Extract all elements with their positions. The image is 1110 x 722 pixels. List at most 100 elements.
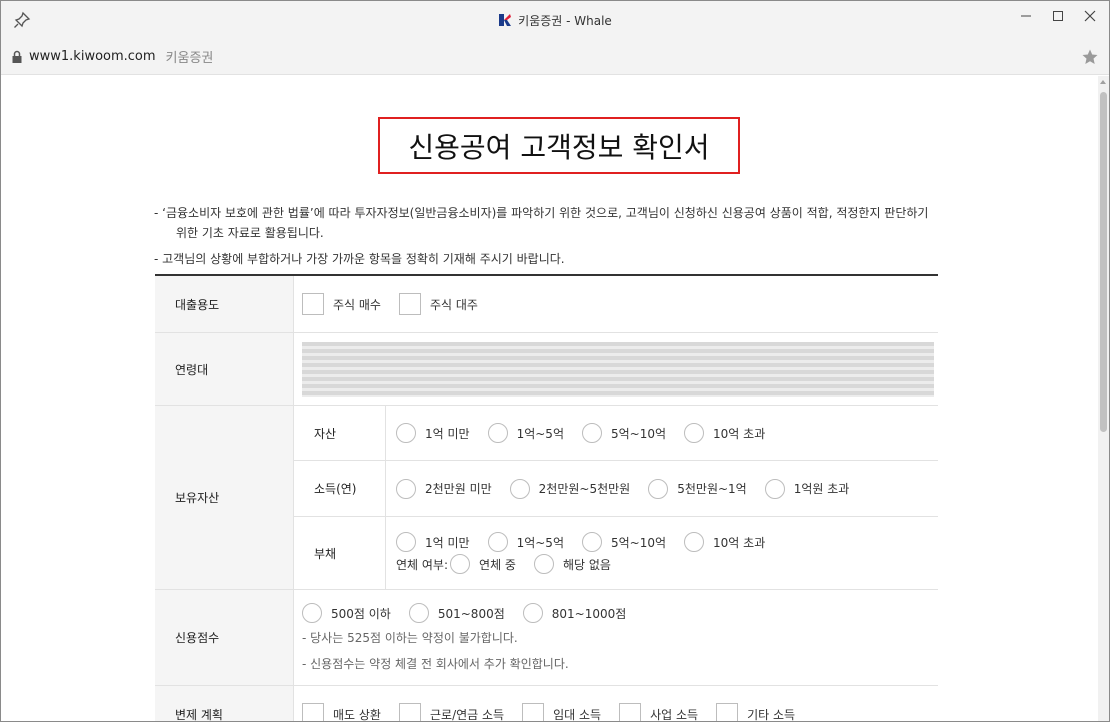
loan-purpose-row: 대출용도 주식 매수 주식 대주	[155, 276, 938, 333]
radio-income-3[interactable]: 5천만원~1억	[648, 478, 747, 499]
radio-circle[interactable]	[684, 423, 705, 443]
radio-circle[interactable]	[396, 423, 416, 443]
lock-icon	[12, 50, 22, 63]
note-line: - 고객님의 상황에 부합하거나 가장 가까운 항목을 정확히 기재해 주시기 …	[154, 252, 565, 266]
income-subrow: 소득(연) 2천만원 미만 2천만원~5천만원 5천만원~1억 1억원 초과	[294, 461, 938, 517]
option-label: 801~1000점	[551, 606, 627, 621]
close-button[interactable]	[1073, 1, 1107, 31]
radio-circle[interactable]	[396, 478, 416, 499]
radio-income-1[interactable]: 2천만원 미만	[396, 478, 492, 499]
checkbox-repay-business[interactable]: 사업 소득	[619, 703, 699, 722]
radio-circle[interactable]	[509, 478, 530, 499]
maximize-button[interactable]	[1041, 1, 1075, 31]
checkbox-box[interactable]	[716, 703, 739, 721]
radio-income-4[interactable]: 1억원 초과	[764, 478, 850, 499]
checkbox-box[interactable]	[302, 293, 324, 315]
page-content: 신용공여 고객정보 확인서 - ‘금융소비자 보호에 관한 법률’에 따라 투자…	[1, 76, 1099, 722]
intro-notes: - ‘금융소비자 보호에 관한 법률’에 따라 투자자정보(일반금융소비자)를 …	[154, 203, 954, 269]
maximize-icon	[1053, 11, 1063, 21]
checkbox-repay-sale[interactable]: 매도 상환	[302, 703, 381, 722]
scrollbar-thumb[interactable]	[1100, 92, 1107, 432]
radio-asset-1[interactable]: 1억 미만	[396, 423, 470, 443]
debt-options: 1억 미만 1억~5억 5억~10억 10억 초과 연체 여부: 연체 중 해당…	[386, 517, 938, 589]
checkbox-box[interactable]	[398, 703, 421, 721]
radio-circle[interactable]	[450, 554, 471, 574]
redacted-region	[302, 341, 934, 397]
window-title: 키움증권 - Whale	[518, 13, 612, 28]
radio-asset-4[interactable]: 10억 초과	[684, 423, 765, 443]
radio-overdue-none[interactable]: 해당 없음	[533, 554, 611, 574]
checkbox-repay-other[interactable]: 기타 소득	[716, 703, 795, 721]
option-label: 5천만원~1억	[677, 482, 747, 496]
option-label: 5억~10억	[610, 426, 667, 441]
option-label: 500점 이하	[331, 606, 391, 621]
overdue-label: 연체 여부:	[396, 557, 449, 572]
radio-asset-3[interactable]: 5억~10억	[581, 423, 667, 443]
radio-credit-2[interactable]: 501~800점	[408, 603, 505, 623]
customer-info-form: 대출용도 주식 매수 주식 대주 연령대 보유자산 자산 1억 미만 1억~5억…	[155, 274, 938, 722]
radio-circle[interactable]	[302, 603, 322, 623]
repayment-row: 변제 계획 매도 상환 근로/연금 소득 임대 소득 사업 소득 기타 소득	[155, 686, 938, 722]
option-label: 2천만원 미만	[425, 482, 492, 496]
minimize-button[interactable]	[1009, 1, 1043, 31]
radio-circle[interactable]	[522, 603, 543, 623]
option-label: 근로/연금 소득	[429, 707, 505, 722]
option-label: 10억 초과	[713, 535, 766, 550]
url-text[interactable]: www1.kiwoom.com	[29, 49, 156, 64]
radio-circle[interactable]	[581, 532, 602, 552]
checkbox-stock-buy[interactable]: 주식 매수	[302, 293, 381, 315]
radio-circle[interactable]	[396, 532, 416, 552]
option-label: 10억 초과	[713, 426, 766, 441]
radio-circle[interactable]	[648, 478, 669, 499]
note-line: - ‘금융소비자 보호에 관한 법률’에 따라 투자자정보(일반금융소비자)를 …	[154, 206, 929, 220]
checkbox-box[interactable]	[522, 703, 545, 721]
radio-circle[interactable]	[764, 478, 785, 499]
option-label: 매도 상환	[333, 707, 381, 722]
radio-circle[interactable]	[487, 532, 508, 552]
radio-circle[interactable]	[487, 423, 508, 443]
option-label: 연체 중	[479, 557, 516, 572]
credit-score-row: 신용점수 500점 이하 501~800점 801~1000점 - 당사는 52…	[155, 590, 938, 686]
vertical-scrollbar[interactable]	[1098, 76, 1109, 721]
checkbox-stock-lending[interactable]: 주식 대주	[398, 293, 478, 315]
radio-debt-1[interactable]: 1억 미만	[396, 532, 470, 552]
age-group-label: 연령대	[155, 333, 294, 405]
debt-subrow: 부채 1억 미만 1억~5억 5억~10억 10억 초과 연체 여부: 연체 중	[294, 517, 938, 589]
asset-options: 1억 미만 1억~5억 5억~10억 10억 초과	[386, 406, 938, 460]
loan-purpose-label: 대출용도	[155, 276, 294, 332]
radio-circle[interactable]	[684, 532, 705, 552]
star-icon[interactable]	[1081, 48, 1099, 66]
checkbox-repay-rental[interactable]: 임대 소득	[522, 703, 601, 721]
radio-debt-2[interactable]: 1억~5억	[487, 532, 564, 552]
option-label: 1억 미만	[425, 535, 470, 550]
window-title-area: 키움증권 - Whale	[1, 1, 1109, 39]
radio-asset-2[interactable]: 1억~5억	[487, 423, 564, 443]
credit-note: - 당사는 525점 이하는 약정이 불가합니다.	[302, 631, 518, 645]
browser-window: 키움증권 - Whale www1.kiwoom.com 키움증권 신용공여 고…	[0, 0, 1110, 722]
radio-circle[interactable]	[533, 554, 554, 574]
option-label: 주식 매수	[333, 297, 381, 312]
asset-subrow: 자산 1억 미만 1억~5억 5억~10억 10억 초과	[294, 406, 938, 461]
radio-income-2[interactable]: 2천만원~5천만원	[509, 478, 630, 499]
option-label: 1억원 초과	[793, 482, 850, 496]
checkbox-box[interactable]	[302, 703, 324, 721]
income-options: 2천만원 미만 2천만원~5천만원 5천만원~1억 1억원 초과	[386, 461, 938, 516]
document-title: 신용공여 고객정보 확인서	[378, 117, 740, 174]
radio-credit-3[interactable]: 801~1000점	[522, 603, 627, 623]
radio-overdue-yes[interactable]: 연체 중	[450, 554, 516, 574]
radio-circle[interactable]	[581, 423, 602, 443]
checkbox-box[interactable]	[619, 703, 642, 721]
radio-circle[interactable]	[408, 603, 429, 623]
checkbox-box[interactable]	[398, 293, 421, 315]
address-bar[interactable]: www1.kiwoom.com 키움증권	[1, 39, 1109, 75]
radio-debt-4[interactable]: 10억 초과	[684, 532, 765, 552]
option-label: 501~800점	[437, 606, 505, 621]
option-label: 1억 미만	[425, 426, 470, 441]
radio-credit-1[interactable]: 500점 이하	[302, 603, 391, 623]
option-label: 사업 소득	[650, 707, 699, 722]
credit-note: - 신용점수는 약정 체결 전 회사에서 추가 확인합니다.	[302, 657, 569, 671]
option-label: 1억~5억	[516, 426, 564, 441]
scroll-up-arrow-icon[interactable]	[1100, 80, 1106, 84]
checkbox-repay-labor[interactable]: 근로/연금 소득	[398, 703, 505, 722]
radio-debt-3[interactable]: 5억~10억	[581, 532, 666, 552]
